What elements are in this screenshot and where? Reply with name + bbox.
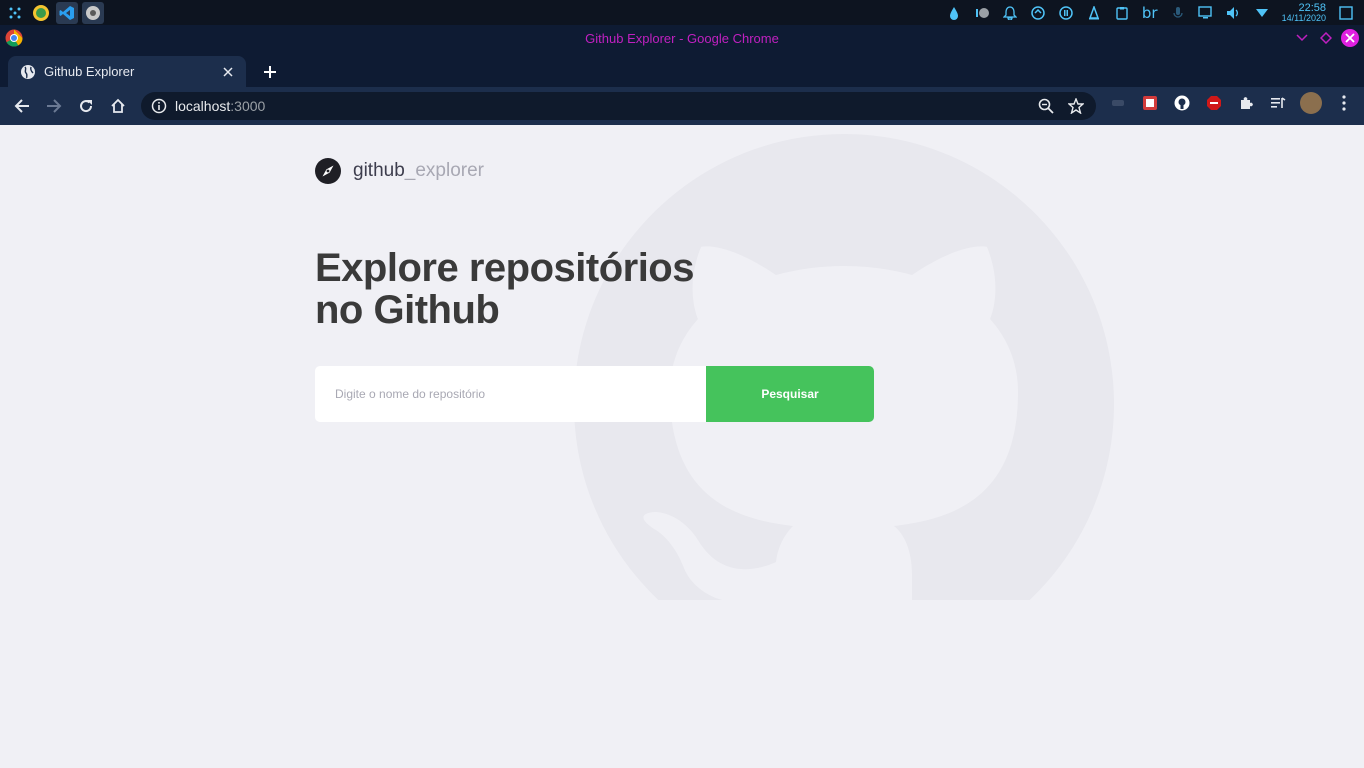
reload-button[interactable] (72, 92, 100, 120)
close-tab-icon[interactable] (220, 64, 236, 80)
display-icon[interactable] (1197, 5, 1214, 21)
address-bar[interactable]: localhost:3000 (141, 92, 1096, 120)
github-octocat-background-icon (574, 134, 1114, 600)
window-titlebar[interactable]: Github Explorer - Google Chrome (0, 25, 1364, 52)
clock-date: 14/11/2020 (1281, 12, 1326, 23)
pause-icon[interactable] (1058, 5, 1074, 21)
chrome-logo-icon (5, 29, 23, 47)
launcher-icon[interactable] (4, 2, 26, 24)
browser-toolbar: localhost:3000 (0, 87, 1364, 125)
logo-text-sub: _explorer (404, 160, 484, 181)
keyboard-layout[interactable]: br (1142, 4, 1158, 22)
minimize-button[interactable] (1292, 28, 1312, 48)
forward-button[interactable] (40, 92, 68, 120)
tab-strip: Github Explorer (0, 52, 1364, 87)
page-title-line-2: no Github (315, 288, 500, 332)
tab-title: Github Explorer (44, 64, 135, 79)
network-icon[interactable] (1254, 5, 1270, 21)
url-host: localhost (175, 98, 231, 114)
profile-avatar[interactable] (1300, 92, 1322, 114)
extension-stack-icon[interactable] (1108, 93, 1128, 113)
bell-icon[interactable] (1002, 5, 1018, 21)
sync-icon[interactable] (1030, 5, 1046, 21)
clock[interactable]: 22:58 14/11/2020 (1281, 1, 1326, 23)
page-content: github_explorer Explore repositórios no … (0, 125, 1364, 768)
vlc-icon[interactable] (1086, 5, 1102, 21)
search-button[interactable]: Pesquisar (706, 366, 874, 422)
search-form: Pesquisar (315, 366, 874, 422)
logo-text-main: github (353, 160, 405, 181)
new-tab-button[interactable] (258, 60, 282, 84)
github-extension-icon[interactable] (1172, 93, 1192, 113)
page-title-line-1: Explore repositórios (315, 246, 694, 290)
drop-icon[interactable] (946, 5, 962, 21)
more-menu-icon[interactable] (1334, 93, 1354, 113)
close-window-button[interactable] (1340, 28, 1360, 48)
clock-time: 22:58 (1298, 1, 1326, 14)
logo-text: github_explorer (353, 160, 484, 182)
vscode-icon[interactable] (56, 1, 78, 24)
puzzle-extensions-icon[interactable] (1236, 93, 1256, 113)
system-taskbar: br 22:58 14/11/2020 (0, 0, 1364, 25)
extensions-bar (1108, 92, 1364, 114)
tab-github-explorer[interactable]: Github Explorer (8, 56, 246, 87)
volume-icon[interactable] (1226, 5, 1242, 21)
bookmark-star-icon[interactable] (1066, 96, 1086, 116)
page-title: Explore repositórios no Github (315, 247, 735, 331)
app-logo: github_explorer (315, 158, 484, 184)
repository-search-input[interactable] (315, 366, 706, 422)
record-icon[interactable] (974, 5, 990, 21)
clipboard-icon[interactable] (1114, 5, 1130, 21)
microphone-icon[interactable] (1170, 5, 1186, 21)
globe-icon (21, 64, 35, 79)
window-title: Github Explorer - Google Chrome (585, 31, 779, 46)
home-button[interactable] (104, 92, 132, 120)
back-button[interactable] (8, 92, 36, 120)
extension-red-icon[interactable] (1140, 93, 1160, 113)
chrome-app-icon[interactable] (82, 1, 104, 24)
adblock-icon[interactable] (1204, 93, 1224, 113)
url-port: :3000 (230, 98, 266, 114)
compass-icon (315, 158, 341, 184)
app-a-icon[interactable] (30, 2, 52, 24)
maximize-button[interactable] (1316, 28, 1336, 48)
url-text[interactable]: localhost:3000 (175, 98, 1026, 114)
info-icon[interactable] (151, 98, 167, 114)
zoom-icon[interactable] (1036, 96, 1056, 116)
media-queue-icon[interactable] (1268, 93, 1288, 113)
show-desktop-icon[interactable] (1338, 5, 1354, 21)
